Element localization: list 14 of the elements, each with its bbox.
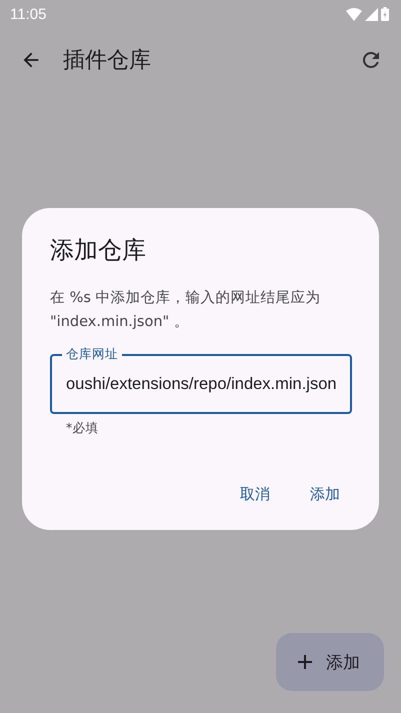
field-label: 仓库网址 <box>62 346 122 362</box>
add-fab[interactable]: 添加 <box>276 633 384 691</box>
battery-icon <box>381 7 389 21</box>
signal-icon <box>365 8 378 20</box>
dialog-message: 在 %s 中添加仓库，输入的网址结尾应为 "index.min.json" 。 <box>50 288 322 332</box>
cancel-button[interactable]: 取消 <box>228 477 282 512</box>
dialog-title: 添加仓库 <box>50 235 147 266</box>
wifi-icon <box>346 8 362 20</box>
helper-text: *必填 <box>66 420 100 437</box>
add-button[interactable]: 添加 <box>298 477 352 512</box>
clock: 11:05 <box>10 6 46 22</box>
field-value: oushi/extensions/repo/index.min.json <box>66 374 337 394</box>
plus-icon <box>298 655 312 669</box>
screen-title: 插件仓库 <box>63 47 152 75</box>
